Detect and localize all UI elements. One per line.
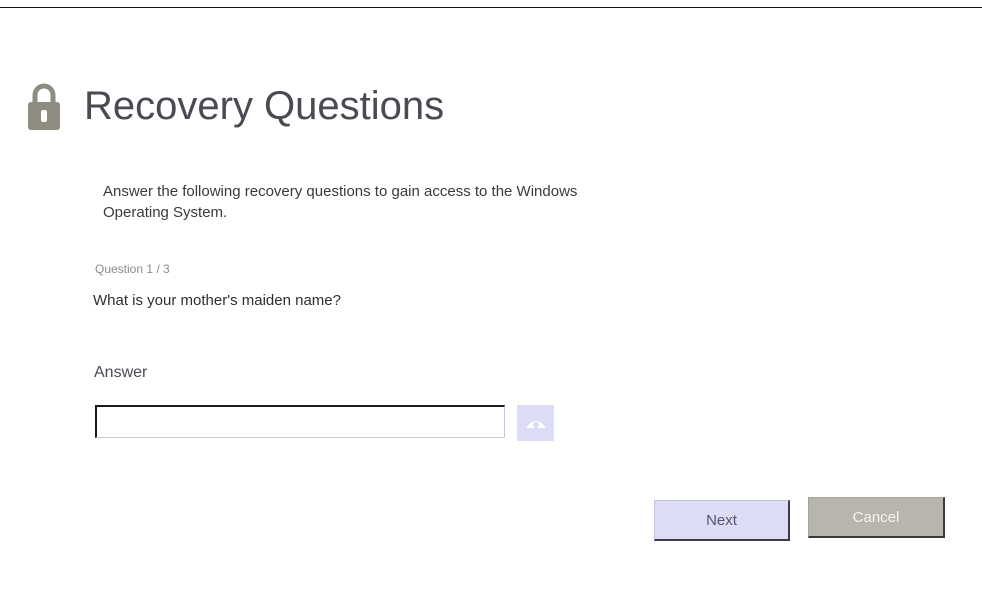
instructions-text: Answer the following recovery questions … bbox=[103, 183, 578, 221]
reveal-password-button[interactable] bbox=[517, 405, 554, 441]
eye-icon bbox=[525, 421, 546, 428]
question-text: What is your mother's maiden name? bbox=[93, 292, 341, 309]
answer-input[interactable] bbox=[95, 405, 505, 438]
page-title: Recovery Questions bbox=[84, 84, 445, 128]
top-divider bbox=[0, 7, 982, 8]
lock-icon bbox=[28, 83, 60, 130]
answer-label: Answer bbox=[94, 364, 148, 381]
next-button[interactable]: Next bbox=[654, 500, 790, 541]
cancel-button[interactable]: Cancel bbox=[808, 497, 945, 538]
question-counter: Question 1 / 3 bbox=[95, 262, 170, 276]
recovery-questions-page: Recovery Questions Answer the following … bbox=[0, 0, 982, 592]
